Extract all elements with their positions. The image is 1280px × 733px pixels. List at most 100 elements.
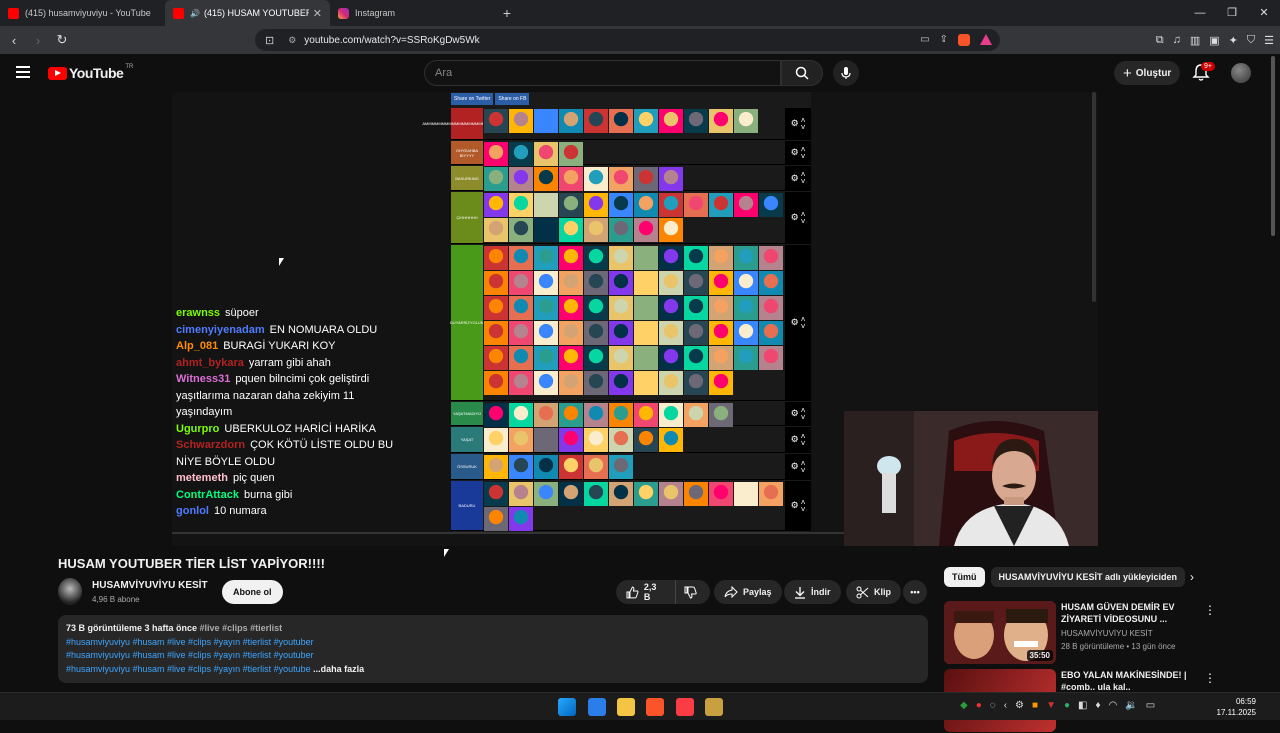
volume-icon[interactable]: 🔉 <box>1125 700 1137 711</box>
tray-icon[interactable]: ▼ <box>1046 700 1056 711</box>
chip-all[interactable]: Tümü <box>944 567 985 587</box>
hamburger-menu-icon[interactable] <box>16 66 30 81</box>
hashtag-line[interactable]: #husamviyuviyu #husam #live #clips #yayı… <box>66 649 920 663</box>
file-explorer-icon[interactable] <box>617 698 635 716</box>
close-window-icon[interactable]: ✕ <box>1248 0 1280 26</box>
gear-icon[interactable]: ⚙ <box>791 500 799 511</box>
tier-controls[interactable]: ⚙ ˄ ˅ <box>785 481 811 530</box>
channel-name[interactable]: HUSAMVİYUVİYU KESİT <box>92 580 208 591</box>
video-thumbnail[interactable]: 35:50 <box>944 601 1056 664</box>
forward-icon[interactable]: › <box>28 33 48 48</box>
gear-icon[interactable]: ⚙ <box>791 147 799 158</box>
back-icon[interactable]: ‹ <box>4 33 24 48</box>
sidebar-icon[interactable]: ▥ <box>1190 34 1200 47</box>
tray-icon[interactable]: ◆ <box>960 700 968 711</box>
brave-browser-icon[interactable] <box>646 698 664 716</box>
tier-controls[interactable]: ⚙ ˄ ˅ <box>785 108 811 139</box>
page-scrollbar[interactable] <box>1271 56 1275 236</box>
menu-icon[interactable]: ☰ <box>1264 34 1274 47</box>
speaker-icon[interactable]: 🔊 <box>190 9 200 18</box>
youtube-logo[interactable]: YouTube TR <box>48 64 133 81</box>
hashtag-line[interactable]: #husamviyuviyu #husam #live #clips #yayı… <box>66 636 920 650</box>
reorder-arrows-icon[interactable]: ˄ ˅ <box>801 406 806 421</box>
screenshot-icon[interactable]: ⧉ <box>1156 34 1164 47</box>
account-avatar[interactable] <box>1231 63 1251 83</box>
media-icon[interactable]: ♫ <box>1173 34 1181 46</box>
tier-controls[interactable]: ⚙ ˄ ˅ <box>785 192 811 243</box>
tray-icon[interactable]: ◧ <box>1078 700 1087 711</box>
reorder-arrows-icon[interactable]: ˄ ˅ <box>801 498 806 513</box>
reorder-arrows-icon[interactable]: ˄ ˅ <box>801 145 806 160</box>
gear-icon[interactable]: ⚙ <box>791 461 799 472</box>
dislike-button[interactable] <box>676 586 710 599</box>
subscribe-button[interactable]: Abone ol <box>222 580 283 604</box>
reorder-arrows-icon[interactable]: ˄ ˅ <box>801 171 806 186</box>
recommended-title[interactable]: HUSAM GÜVEN DEMİR EV ZİYARETİ VİDEOSUNU … <box>1061 601 1196 625</box>
wifi-icon[interactable]: ◠ <box>1109 700 1118 711</box>
gear-icon[interactable]: ⚙ <box>791 212 799 223</box>
battery-icon[interactable]: ▭ <box>1146 700 1155 711</box>
gear-icon[interactable]: ⚙ <box>791 118 799 129</box>
tray-icon[interactable]: ‹ <box>1004 700 1007 711</box>
recommended-video[interactable]: 35:50 HUSAM GÜVEN DEMİR EV ZİYARETİ VİDE… <box>944 601 1244 665</box>
channel-avatar[interactable] <box>58 578 82 605</box>
app-icon[interactable] <box>705 698 723 716</box>
wallet-icon[interactable]: ▣ <box>1209 34 1219 47</box>
tier-controls[interactable]: ⚙ ˄ ˅ <box>785 141 811 164</box>
restore-icon[interactable]: ❐ <box>1216 0 1248 26</box>
tray-icon[interactable]: ■ <box>1032 700 1038 711</box>
site-info-icon[interactable]: ⚙ <box>288 35 296 46</box>
search-input[interactable]: Ara <box>424 60 781 86</box>
tier-controls[interactable]: ⚙ ˄ ˅ <box>785 245 811 400</box>
more-vert-icon[interactable]: ⋮ <box>1204 603 1216 617</box>
voice-search-button[interactable] <box>833 60 859 86</box>
recommended-title[interactable]: EBO YALAN MAKİNESİNDE! | #comb.. ula kal… <box>1061 669 1196 693</box>
tier-controls[interactable]: ⚙ ˄ ˅ <box>785 454 811 479</box>
more-vert-icon[interactable]: ⋮ <box>1204 671 1216 685</box>
share-button[interactable]: Paylaş <box>714 580 782 604</box>
tier-controls[interactable]: ⚙ ˄ ˅ <box>785 166 811 190</box>
tray-icon[interactable]: ⚙ <box>1015 700 1024 711</box>
brave-shields-icon[interactable] <box>958 34 970 46</box>
recommended-channel[interactable]: HUSAMVİYUVİYU KESİT <box>1061 629 1153 638</box>
tray-icon[interactable]: ♦ <box>1095 700 1100 711</box>
chevron-right-icon[interactable]: › <box>1190 570 1194 584</box>
cast-icon[interactable]: ▭ <box>920 34 929 46</box>
reload-icon[interactable]: ↻ <box>52 32 72 48</box>
hashtag-line[interactable]: #husamviyuviyu #husam #live #clips #yayı… <box>66 664 311 674</box>
ai-icon[interactable]: ✦ <box>1229 34 1238 47</box>
gear-icon[interactable]: ⚙ <box>791 408 799 419</box>
reorder-arrows-icon[interactable]: ˄ ˅ <box>801 210 806 225</box>
photos-icon[interactable] <box>588 698 606 716</box>
close-tab-icon[interactable]: ✕ <box>313 7 322 20</box>
tier-controls[interactable]: ⚙ ˄ ˅ <box>785 402 811 425</box>
vpn-icon[interactable]: ⛉ <box>1247 34 1255 47</box>
browser-tab[interactable]: (415) husamviyuviyu - YouTube <box>0 0 165 26</box>
browser-tab[interactable]: Instagram <box>330 0 495 26</box>
more-actions-button[interactable]: ••• <box>903 580 927 604</box>
chip-uploader[interactable]: HUSAMVİYUVİYU KESİT adlı yükleyiciden <box>990 567 1186 587</box>
bookmark-icon[interactable]: ⊡ <box>265 34 274 47</box>
brave-rewards-icon[interactable] <box>980 34 992 45</box>
music-icon[interactable] <box>676 698 694 716</box>
share-page-icon[interactable]: ⇪ <box>940 34 948 46</box>
minimize-icon[interactable]: — <box>1184 0 1216 26</box>
video-description[interactable]: 73 B görüntüleme 3 hafta önce #live #cli… <box>58 615 928 683</box>
meta-hashtags[interactable]: #live #clips #tierlist <box>200 623 283 633</box>
reorder-arrows-icon[interactable]: ˄ ˅ <box>801 432 806 447</box>
tray-icon[interactable]: ● <box>976 700 982 711</box>
gear-icon[interactable]: ⚙ <box>791 317 799 328</box>
new-tab-button[interactable]: + <box>495 0 519 26</box>
reorder-arrows-icon[interactable]: ˄ ˅ <box>801 315 806 330</box>
gear-icon[interactable]: ⚙ <box>791 434 799 445</box>
url-bar[interactable]: ⊡ ⚙ youtube.com/watch?v=SSRoKgDw5Wk ▭ ⇪ <box>255 29 1000 51</box>
tier-controls[interactable]: ⚙ ˄ ˅ <box>785 427 811 452</box>
start-icon[interactable] <box>558 698 576 716</box>
tray-icon[interactable]: ● <box>1064 700 1070 711</box>
download-button[interactable]: İndir <box>784 580 841 604</box>
browser-tab-active[interactable]: 🔊 (415) HUSAM YOUTUBER TİER ✕ <box>165 0 330 26</box>
show-more-link[interactable]: ...daha fazla <box>313 664 364 674</box>
create-button[interactable]: + Oluştur <box>1114 61 1181 85</box>
reorder-arrows-icon[interactable]: ˄ ˅ <box>801 459 806 474</box>
gear-icon[interactable]: ⚙ <box>791 173 799 184</box>
